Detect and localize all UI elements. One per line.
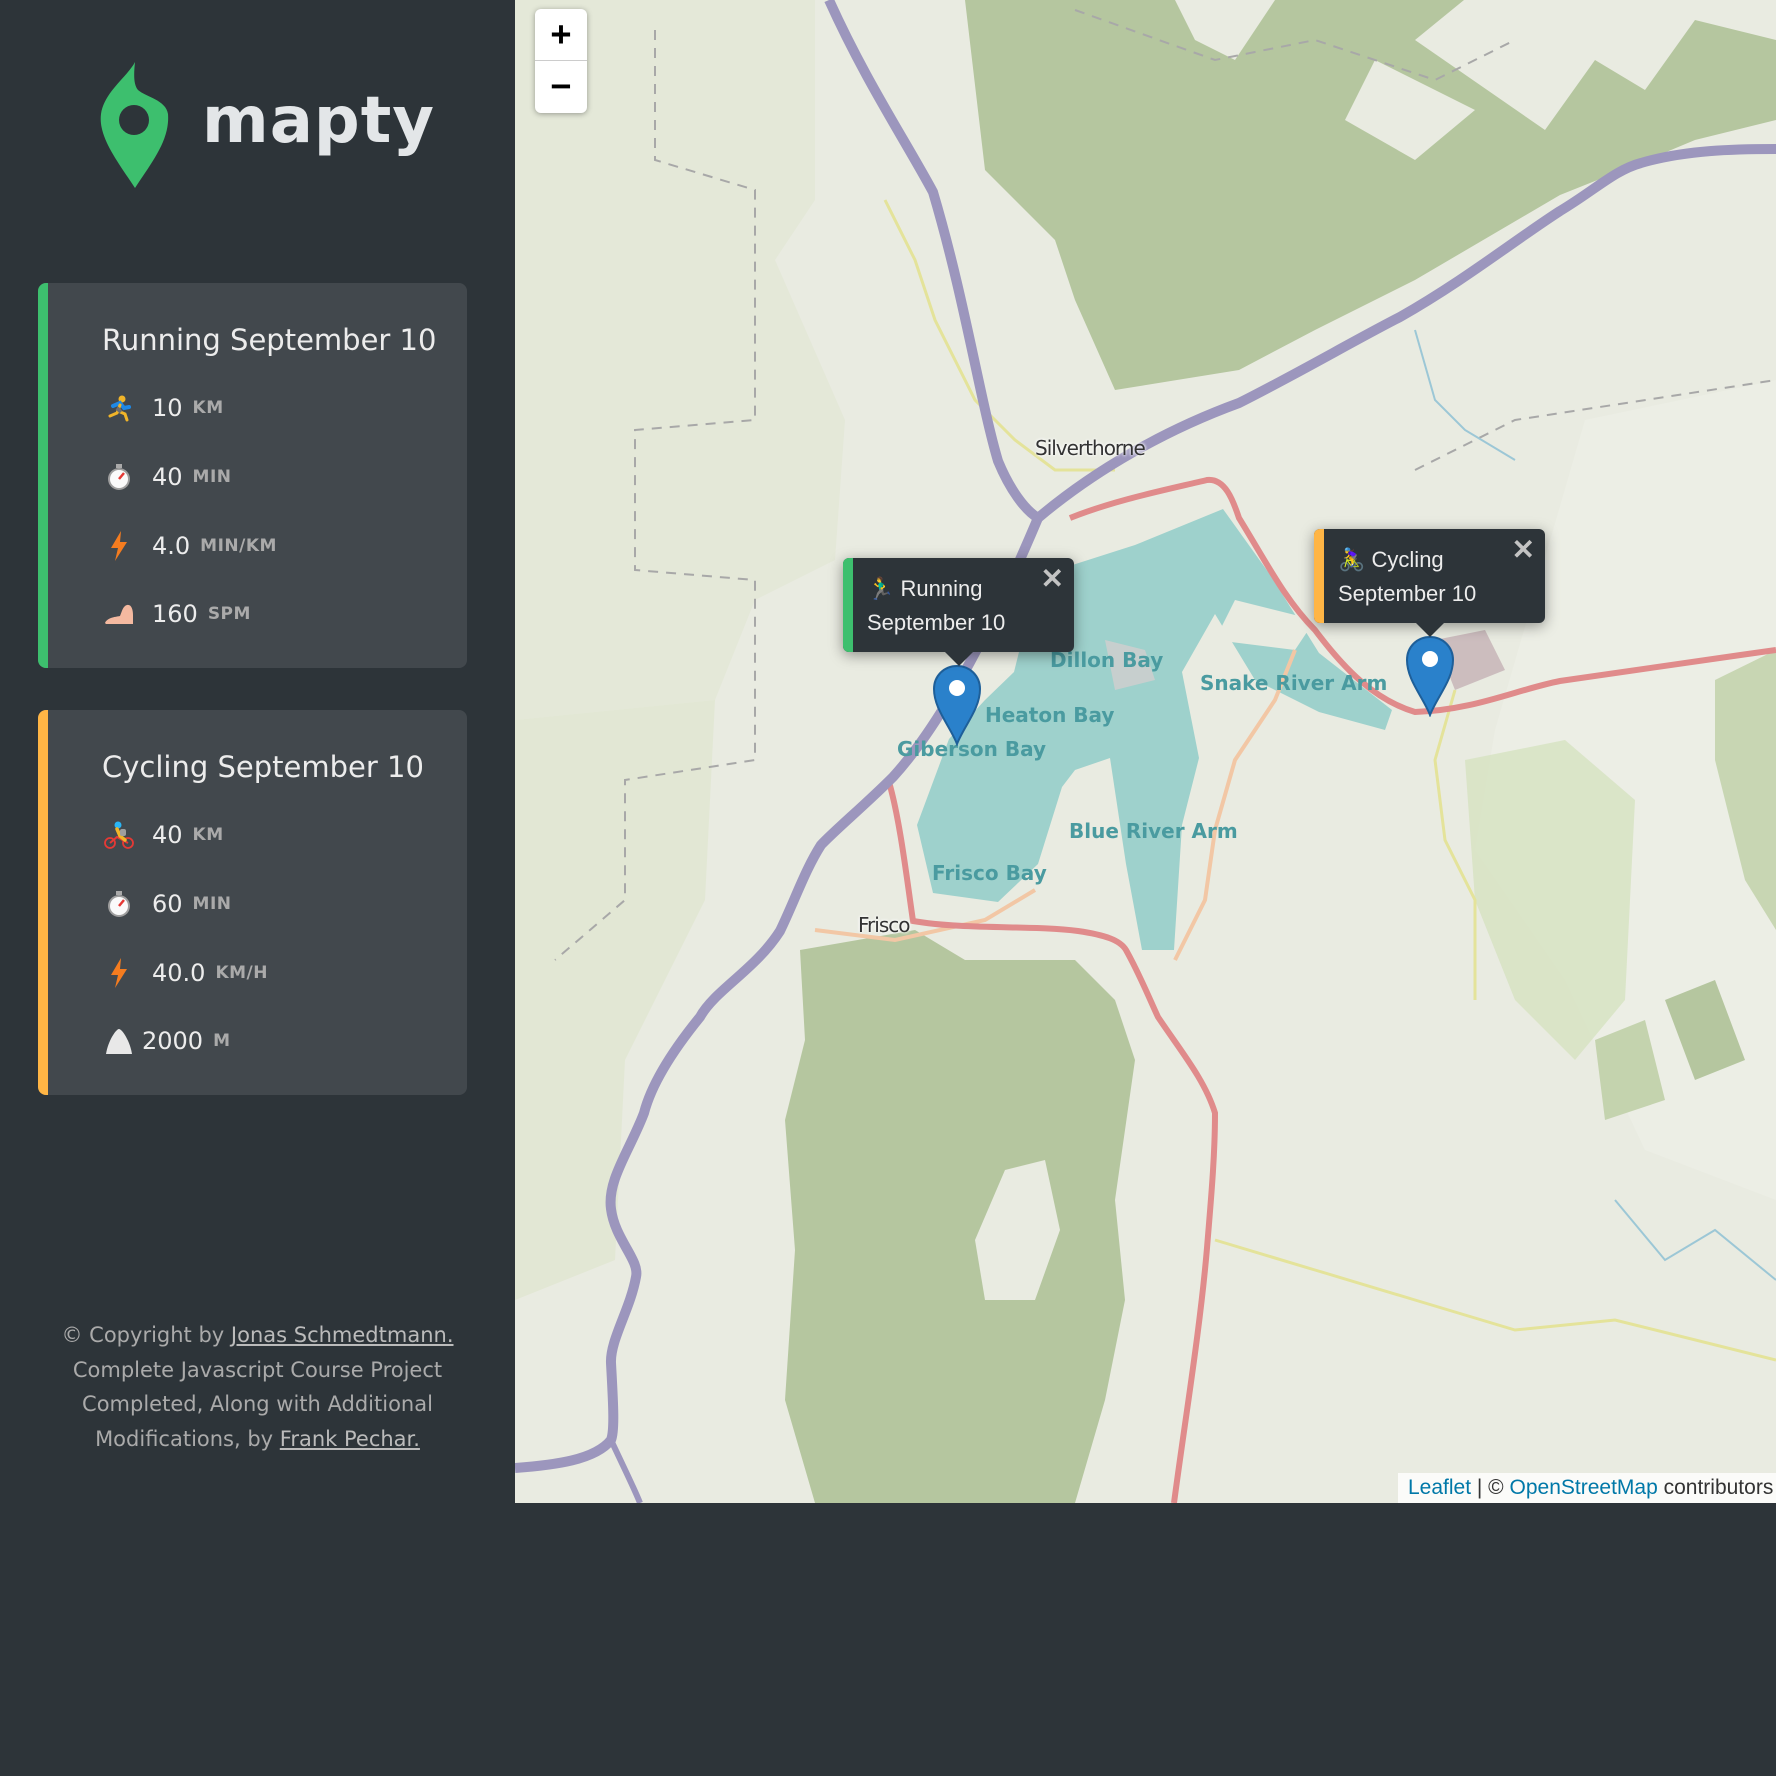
- zoom-in-button[interactable]: +: [535, 9, 587, 61]
- scrub-area: [1465, 740, 1635, 1060]
- popup-line2: September 10: [867, 610, 1006, 635]
- distance-value: 10: [152, 394, 183, 422]
- workout-title: Running September 10: [102, 323, 437, 357]
- lightning-icon: [102, 956, 136, 990]
- zoom-control: + −: [535, 9, 587, 113]
- logo: mapty: [100, 62, 434, 188]
- popup-close-button[interactable]: ✕: [1041, 562, 1064, 595]
- popup-content: 🏃‍♂️ Running September 10: [867, 572, 1005, 640]
- map-marker-running[interactable]: [932, 664, 982, 746]
- workout-detail-pace: 4.0 MIN/KM: [102, 526, 277, 566]
- running-person-icon: [102, 391, 136, 425]
- cadence-value: 160: [152, 600, 198, 628]
- map-marker-cycling[interactable]: [1405, 635, 1455, 717]
- speed-unit: KM/H: [215, 963, 268, 983]
- map-label-heaton-bay: Heaton Bay: [985, 703, 1115, 727]
- workout-card-running[interactable]: Running September 10 10 KM 40 MIN 4.0 MI…: [38, 283, 467, 668]
- distance-value: 40: [152, 821, 183, 849]
- openstreetmap-link[interactable]: OpenStreetMap: [1510, 1476, 1658, 1499]
- popup-tip: [1415, 623, 1444, 637]
- attribution-separator: | ©: [1471, 1476, 1510, 1499]
- author-link[interactable]: Jonas Schmedtmann.: [231, 1323, 454, 1347]
- workout-detail-elevation: 2000 M: [102, 1021, 231, 1061]
- popup-running: 🏃‍♂️ Running September 10 ✕: [843, 558, 1074, 666]
- popup-tip: [944, 652, 973, 666]
- workout-card-cycling[interactable]: Cycling September 10 40 KM 60 MIN 40.0 K…: [38, 710, 467, 1095]
- lightning-icon: [102, 529, 136, 563]
- workout-title: Cycling September 10: [102, 750, 424, 784]
- distance-unit: KM: [192, 398, 224, 418]
- duration-unit: MIN: [192, 467, 232, 487]
- workout-detail-speed: 40.0 KM/H: [102, 953, 268, 993]
- pace-value: 4.0: [152, 532, 191, 560]
- foot-icon: [102, 597, 136, 631]
- map-tiles: [515, 0, 1776, 1503]
- map-label-frisco: Frisco: [858, 913, 910, 937]
- forest-area: [785, 930, 1135, 1503]
- map-label-frisco-bay: Frisco Bay: [932, 861, 1047, 885]
- stopwatch-icon: [102, 460, 136, 494]
- workout-detail-duration: 60 MIN: [102, 884, 232, 924]
- popup-line1: Cycling: [1371, 547, 1444, 572]
- app-name: mapty: [202, 84, 435, 158]
- duration-value: 40: [152, 463, 183, 491]
- duration-unit: MIN: [192, 894, 232, 914]
- popup-line1: Running: [900, 576, 983, 601]
- map-pin-logo-icon: [100, 62, 169, 188]
- zoom-out-button[interactable]: −: [535, 61, 587, 113]
- copyright-footer: © Copyright by Jonas Schmedtmann. Comple…: [30, 1318, 485, 1456]
- speed-value: 40.0: [152, 959, 206, 987]
- popup-close-button[interactable]: ✕: [1512, 533, 1535, 566]
- sidebar: mapty Running September 10 10 KM 40 MIN …: [0, 0, 515, 1503]
- workout-detail-distance: 40 KM: [102, 815, 224, 855]
- modifier-link[interactable]: Frank Pechar.: [280, 1427, 420, 1451]
- running-person-icon: 🏃‍♂️: [867, 576, 895, 601]
- mountain-icon: [102, 1024, 136, 1058]
- workout-detail-distance: 10 KM: [102, 388, 224, 428]
- cadence-unit: SPM: [207, 604, 251, 624]
- stopwatch-icon: [102, 887, 136, 921]
- cyclist-icon: 🚴‍♀️: [1338, 547, 1366, 572]
- popup-content: 🚴‍♀️ Cycling September 10: [1338, 543, 1476, 611]
- map-label-blue-river-arm: Blue River Arm: [1069, 819, 1238, 843]
- distance-unit: KM: [192, 825, 224, 845]
- copyright-prefix: © Copyright by: [61, 1323, 231, 1347]
- workout-detail-cadence: 160 SPM: [102, 594, 251, 634]
- popup-cycling: 🚴‍♀️ Cycling September 10 ✕: [1314, 529, 1545, 637]
- map-label-snake-river-arm: Snake River Arm: [1200, 671, 1388, 695]
- map[interactable]: Silverthorne Dillon Bay Snake River Arm …: [515, 0, 1776, 1503]
- popup-line2: September 10: [1338, 581, 1477, 606]
- map-label-silverthorne: Silverthorne: [1035, 436, 1146, 460]
- elevation-unit: M: [213, 1031, 231, 1051]
- workout-detail-duration: 40 MIN: [102, 457, 232, 497]
- leaflet-link[interactable]: Leaflet: [1408, 1476, 1471, 1499]
- pace-unit: MIN/KM: [200, 536, 277, 556]
- duration-value: 60: [152, 890, 183, 918]
- elevation-value: 2000: [142, 1027, 204, 1055]
- map-attribution: Leaflet | © OpenStreetMap contributors: [1398, 1473, 1776, 1503]
- attribution-suffix: contributors: [1657, 1476, 1774, 1499]
- cyclist-icon: [102, 818, 136, 852]
